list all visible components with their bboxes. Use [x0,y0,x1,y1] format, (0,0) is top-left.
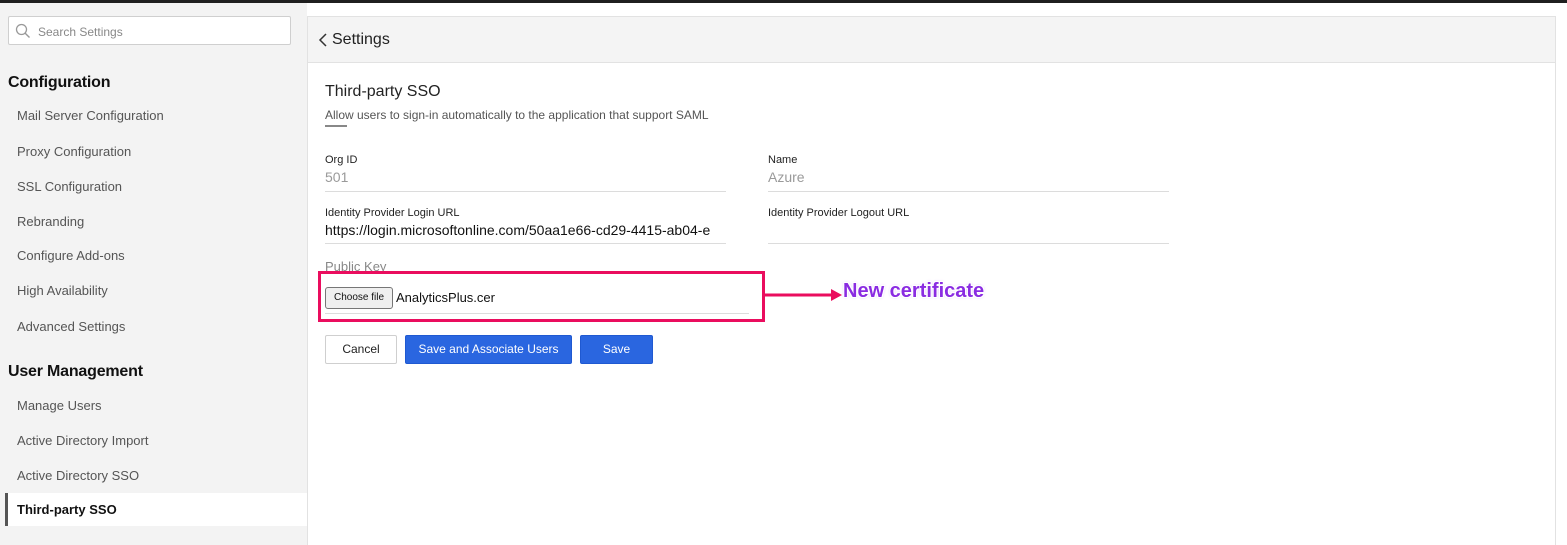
sidebar-item-ssl[interactable]: SSL Configuration [17,179,122,194]
sidebar-item-advanced[interactable]: Advanced Settings [17,319,125,334]
org-id-label: Org ID [325,154,358,166]
section-title-configuration: Configuration [8,74,111,91]
logout-url-underline [768,243,1169,244]
search-icon [15,23,30,38]
cancel-button[interactable]: Cancel [325,335,397,364]
org-id-underline [325,191,726,192]
login-url-field[interactable]: https://login.microsoftonline.com/50aa1e… [325,222,726,238]
sidebar-item-ad-import[interactable]: Active Directory Import [17,433,148,448]
name-label: Name [768,154,798,166]
subtitle-underline [325,125,347,127]
login-url-label: Identity Provider Login URL [325,207,460,219]
annotation-label: New certificate [843,280,985,302]
sidebar-item-mail-server[interactable]: Mail Server Configuration [17,108,164,123]
page-title: Third-party SSO [325,83,441,100]
org-id-field: 501 [325,169,349,185]
annotation-highlight-box [318,271,765,322]
sidebar-item-addons[interactable]: Configure Add-ons [17,248,125,263]
annotation-arrow-icon [763,289,842,301]
sidebar-item-rebranding[interactable]: Rebranding [17,214,84,229]
search-input[interactable] [36,20,290,43]
sidebar-item-manage-users[interactable]: Manage Users [17,398,102,413]
save-button[interactable]: Save [580,335,653,364]
logout-url-label: Identity Provider Logout URL [768,207,910,219]
sidebar-item-third-party-sso[interactable]: Third-party SSO [5,493,307,526]
save-and-associate-users-button[interactable]: Save and Associate Users [405,335,572,364]
login-url-underline [325,243,726,244]
sidebar-item-label: Third-party SSO [17,502,117,517]
name-field: Azure [768,169,805,185]
settings-sidebar: Configuration Mail Server Configuration … [0,3,307,545]
page-subtitle: Allow users to sign-in automatically to … [325,108,709,122]
sidebar-item-proxy[interactable]: Proxy Configuration [17,144,131,159]
chevron-left-icon[interactable] [318,32,330,48]
page-scrollbar[interactable] [1556,16,1567,545]
sidebar-item-high-availability[interactable]: High Availability [17,283,108,298]
page-header: Settings [308,17,1555,63]
section-title-user-management: User Management [8,363,143,380]
header-title[interactable]: Settings [332,31,390,49]
sidebar-item-ad-sso[interactable]: Active Directory SSO [17,468,139,483]
search-box[interactable] [8,16,291,45]
name-underline [768,191,1169,192]
